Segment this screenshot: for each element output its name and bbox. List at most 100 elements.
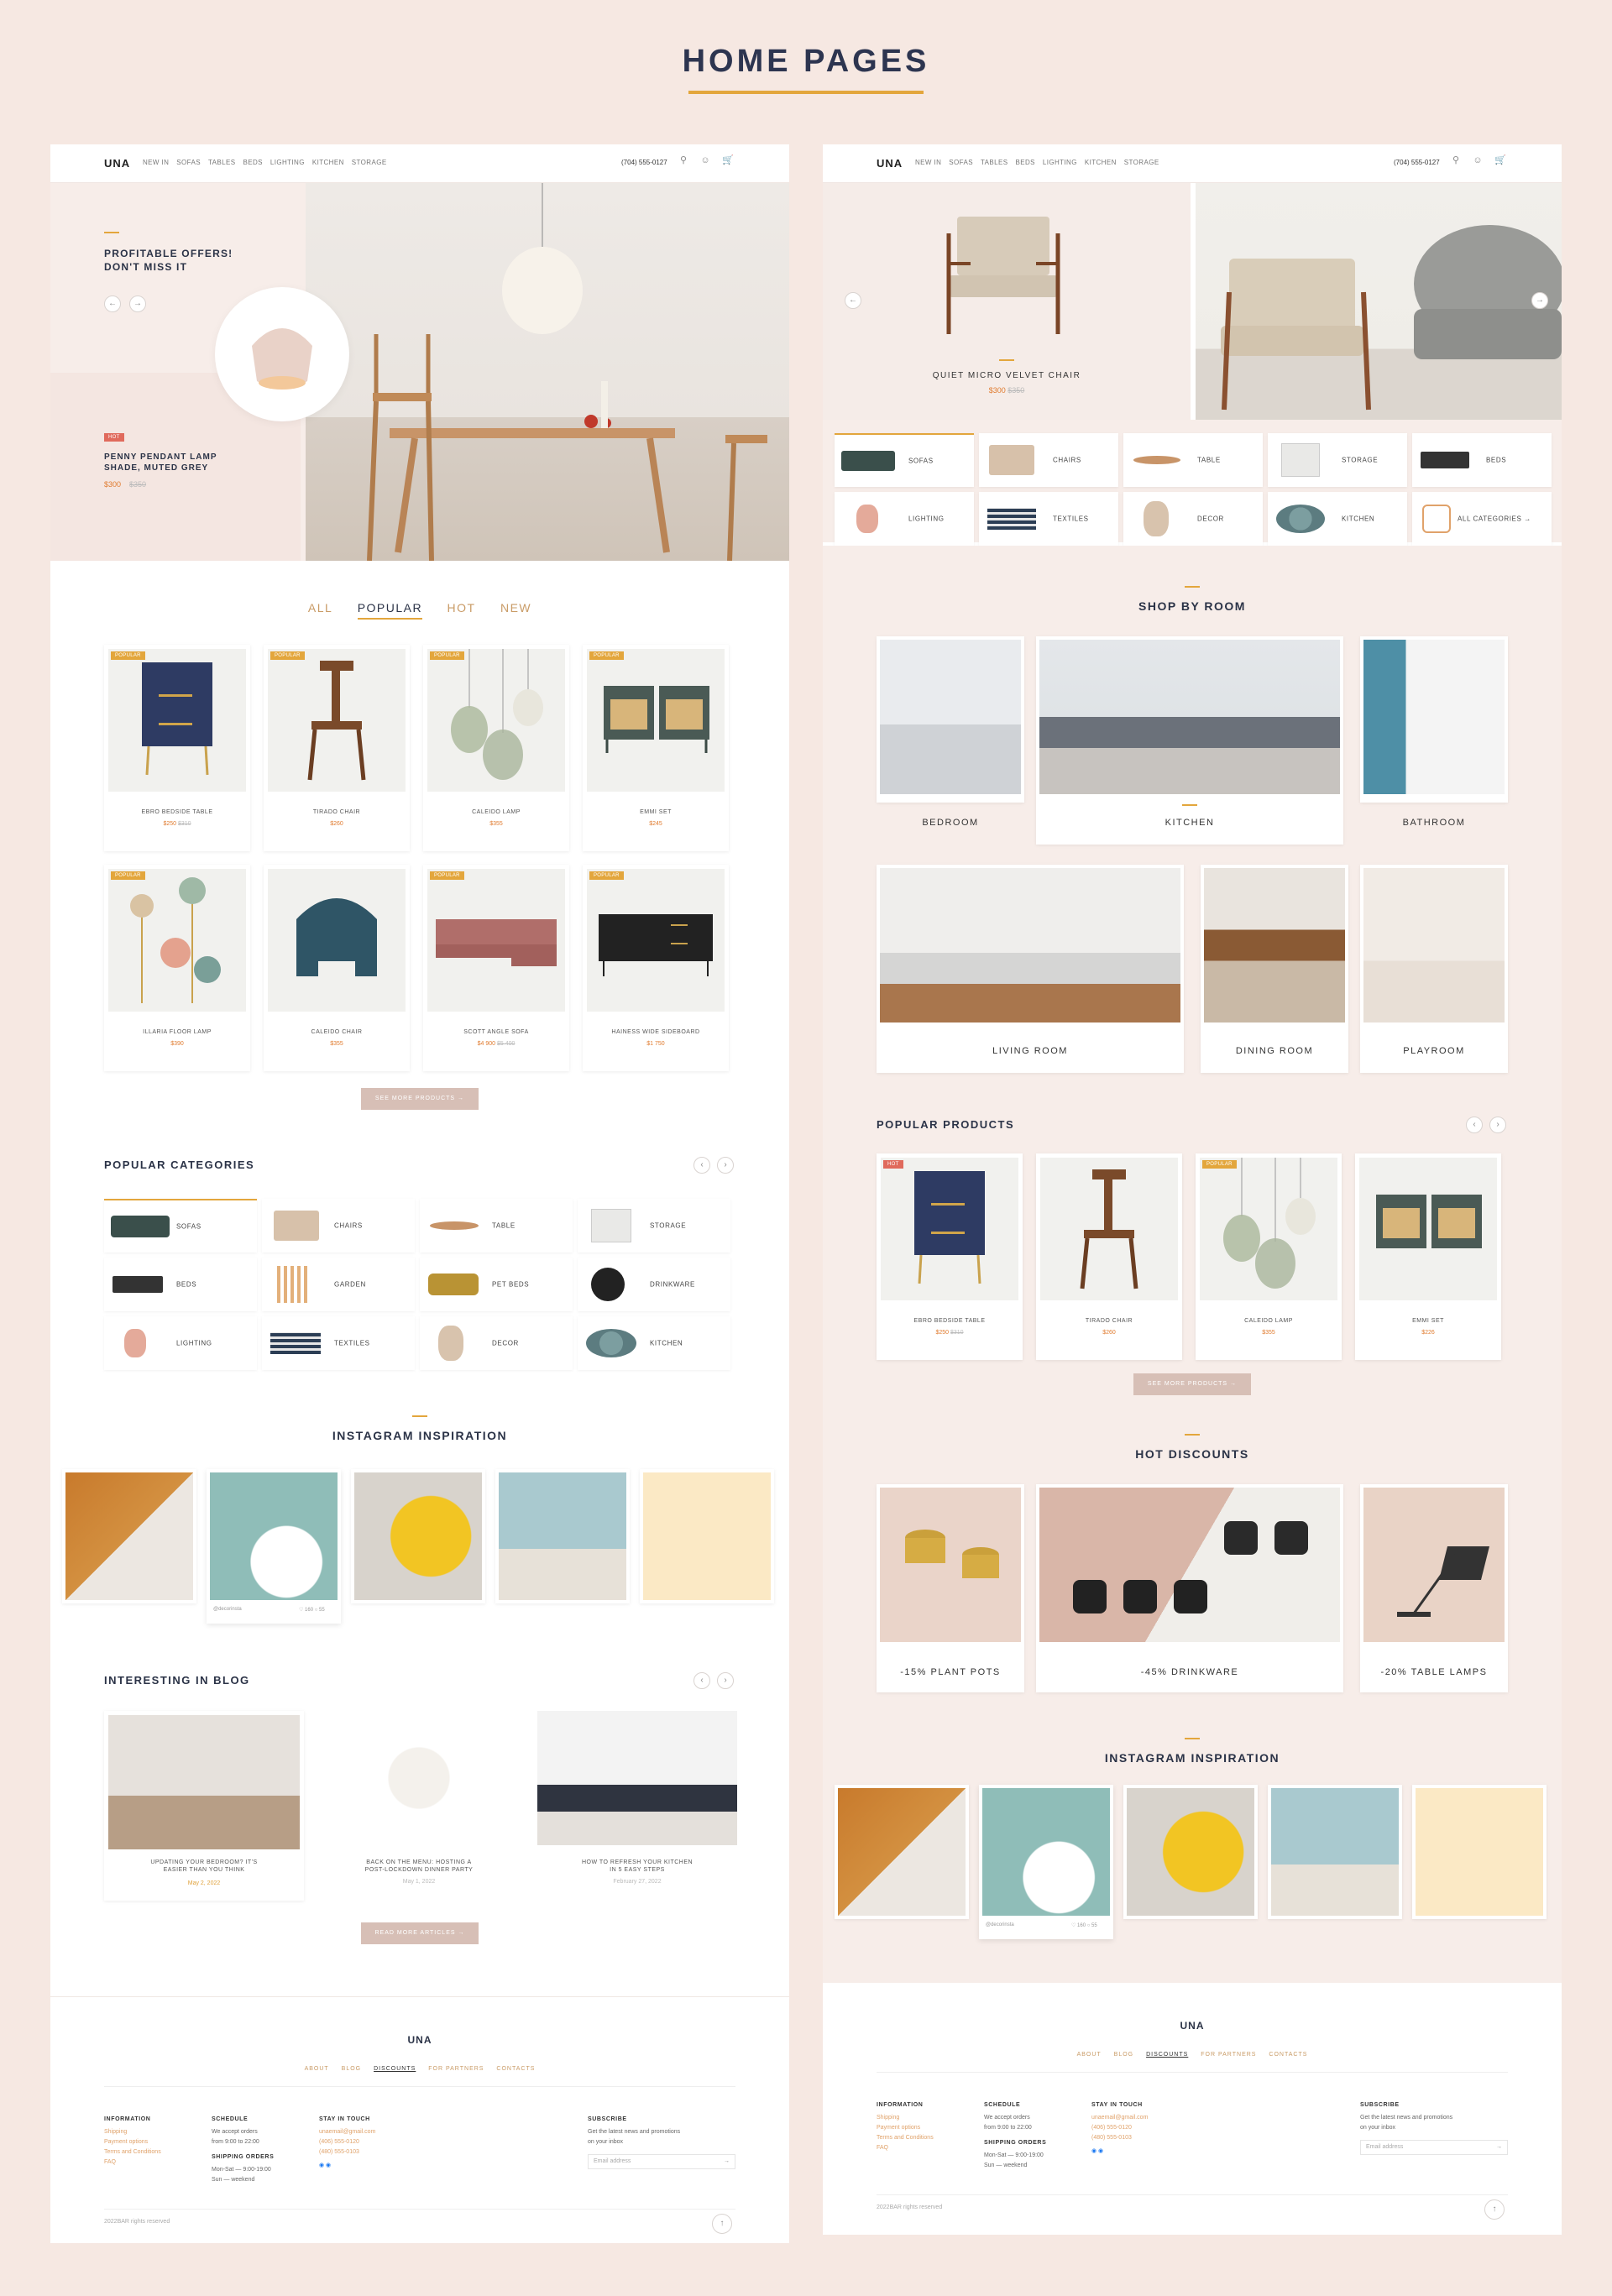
hero-product-name[interactable]: QUIET MICRO VELVET CHAIR — [823, 371, 1191, 380]
category-all[interactable]: ALL CATEGORIES → — [1412, 492, 1552, 546]
instagram-photo[interactable] — [640, 1469, 774, 1603]
product-card[interactable]: EMMI SET $226 — [1355, 1153, 1501, 1360]
hero-next-button[interactable]: → — [129, 295, 146, 312]
categories-next-button[interactable]: › — [717, 1157, 734, 1174]
product-name[interactable]: EBRO BEDSIDE TABLE — [877, 1318, 1023, 1324]
menu-item-kitchen[interactable]: KITCHEN — [312, 159, 344, 166]
blog-card[interactable]: UPDATING YOUR BEDROOM? IT'S EASIER THAN … — [104, 1711, 304, 1901]
category-beds[interactable]: BEDS — [104, 1258, 257, 1311]
search-icon[interactable]: ⚲ — [678, 155, 688, 165]
product-card[interactable]: POPULAR TIRADO CHAIR $260 — [264, 645, 410, 851]
product-name[interactable]: ILLARIA FLOOR LAMP — [104, 1029, 250, 1035]
footer-terms-link[interactable]: Terms and Conditions — [877, 2133, 934, 2143]
discount-card-table-lamps[interactable]: -20% TABLE LAMPS — [1360, 1484, 1508, 1692]
category-storage[interactable]: STORAGE — [1268, 433, 1407, 487]
footer-phone[interactable]: (406) 555-0120 — [319, 2137, 375, 2147]
menu-item-new-in[interactable]: NEW IN — [143, 159, 169, 166]
category-table[interactable]: TABLE — [1123, 433, 1263, 487]
room-card-bedroom[interactable]: BEDROOM — [877, 636, 1024, 828]
footer-link-blog[interactable]: BLOG — [1114, 2052, 1133, 2058]
blog-title[interactable]: UPDATING YOUR BEDROOM? IT'S EASIER THAN … — [104, 1859, 304, 1874]
room-card-kitchen[interactable]: KITCHEN — [1036, 636, 1343, 845]
product-name[interactable]: CALEIDO LAMP — [423, 809, 569, 815]
instagram-photo[interactable] — [62, 1469, 196, 1603]
tab-new[interactable]: NEW — [500, 601, 531, 615]
footer-terms-link[interactable]: Terms and Conditions — [104, 2147, 161, 2157]
footer-phone[interactable]: (406) 555-0120 — [1091, 2123, 1148, 2133]
footer-logo[interactable]: UNA — [823, 2020, 1562, 2032]
footer-email[interactable]: unaemail@gmail.com — [1091, 2113, 1148, 2123]
menu-item-lighting[interactable]: LIGHTING — [1043, 159, 1077, 166]
menu-item-new-in[interactable]: NEW IN — [915, 159, 941, 166]
instagram-photo[interactable] — [1412, 1785, 1547, 1919]
discount-card-drinkware[interactable]: -45% DRINKWARE — [1036, 1484, 1343, 1692]
category-table[interactable]: TABLE — [420, 1199, 573, 1253]
blog-card[interactable]: BACK ON THE MENU: HOSTING A POST-LOCKDOW… — [319, 1711, 519, 1885]
blog-prev-button[interactable]: ‹ — [693, 1672, 710, 1689]
read-more-articles-button[interactable]: READ MORE ARTICLES → — [361, 1922, 479, 1944]
category-decor[interactable]: DECOR — [1123, 492, 1263, 546]
blog-title[interactable]: BACK ON THE MENU: HOSTING A POST-LOCKDOW… — [319, 1859, 519, 1874]
products-prev-button[interactable]: ‹ — [1466, 1117, 1483, 1133]
scroll-top-button[interactable]: ↑ — [712, 2214, 732, 2234]
hero-next-button[interactable]: → — [1531, 292, 1548, 309]
submit-arrow-icon[interactable]: → — [1496, 2142, 1502, 2152]
footer-phone[interactable]: (480) 555-0103 — [1091, 2133, 1148, 2143]
menu-item-beds[interactable]: BEDS — [1015, 159, 1034, 166]
footer-email[interactable]: unaemail@gmail.com — [319, 2127, 375, 2137]
category-drinkware[interactable]: DRINKWARE — [578, 1258, 730, 1311]
categories-prev-button[interactable]: ‹ — [693, 1157, 710, 1174]
tab-all[interactable]: ALL — [308, 601, 332, 615]
instagram-photo-featured[interactable]: @decorinsta ♡ 160 ○ 55 — [979, 1785, 1113, 1939]
hero-product-name[interactable]: PENNY PENDANT LAMP SHADE, MUTED GREY — [104, 452, 217, 473]
footer-link-discounts[interactable]: DISCOUNTS — [374, 2066, 416, 2072]
footer-phone[interactable]: (480) 555-0103 — [319, 2147, 375, 2157]
room-card-playroom[interactable]: PLAYROOM — [1360, 865, 1508, 1073]
menu-item-storage[interactable]: STORAGE — [352, 159, 387, 166]
instagram-handle[interactable]: @decorinsta — [213, 1607, 242, 1612]
social-icons[interactable]: ◉ ◉ — [319, 2161, 375, 2171]
menu-item-kitchen[interactable]: KITCHEN — [1085, 159, 1117, 166]
product-card[interactable]: POPULAR ILLARIA FLOOR LAMP $390 — [104, 865, 250, 1071]
instagram-photo[interactable] — [495, 1469, 630, 1603]
tab-popular[interactable]: POPULAR — [357, 601, 423, 620]
footer-faq-link[interactable]: FAQ — [877, 2143, 934, 2153]
category-kitchen[interactable]: KITCHEN — [578, 1316, 730, 1370]
instagram-photo[interactable] — [835, 1785, 969, 1919]
category-lighting[interactable]: LIGHTING — [104, 1316, 257, 1370]
product-name[interactable]: CALEIDO LAMP — [1196, 1318, 1342, 1324]
product-name[interactable]: CALEIDO CHAIR — [264, 1029, 410, 1035]
footer-shipping-link[interactable]: Shipping — [877, 2113, 934, 2123]
phone-number[interactable]: (704) 555-0127 — [1394, 159, 1440, 166]
blog-title[interactable]: HOW TO REFRESH YOUR KITCHEN IN 5 EASY ST… — [537, 1859, 737, 1874]
footer-link-contacts[interactable]: CONTACTS — [496, 2066, 535, 2072]
category-sofas[interactable]: SOFAS — [835, 433, 974, 487]
tab-hot[interactable]: HOT — [447, 601, 476, 615]
instagram-photo[interactable] — [351, 1469, 485, 1603]
logo[interactable]: UNA — [104, 157, 130, 170]
menu-item-tables[interactable]: TABLES — [208, 159, 236, 166]
product-name[interactable]: SCOTT ANGLE SOFA — [423, 1029, 569, 1035]
menu-item-tables[interactable]: TABLES — [981, 159, 1008, 166]
product-card[interactable]: POPULAR HAINESS WIDE SIDEBOARD $1 750 — [583, 865, 729, 1071]
footer-link-about[interactable]: ABOUT — [1077, 2052, 1102, 2058]
cart-icon[interactable]: 🛒 — [722, 155, 734, 165]
category-textiles[interactable]: TEXTILES — [979, 492, 1118, 546]
product-name[interactable]: EMMI SET — [583, 809, 729, 815]
product-card[interactable]: TIRADO CHAIR $260 — [1036, 1153, 1182, 1360]
product-name[interactable]: HAINESS WIDE SIDEBOARD — [583, 1029, 729, 1035]
category-pet-beds[interactable]: PET BEDS — [420, 1258, 573, 1311]
search-icon[interactable]: ⚲ — [1451, 155, 1461, 165]
product-card[interactable]: POPULAR EBRO BEDSIDE TABLE $250 $310 — [104, 645, 250, 851]
category-chairs[interactable]: CHAIRS — [979, 433, 1118, 487]
product-card[interactable]: POPULAR CALEIDO LAMP $355 — [1196, 1153, 1342, 1360]
room-card-living-room[interactable]: LIVING ROOM — [877, 865, 1184, 1073]
submit-arrow-icon[interactable]: → — [724, 2157, 730, 2167]
footer-link-contacts[interactable]: CONTACTS — [1269, 2052, 1307, 2058]
scroll-top-button[interactable]: ↑ — [1484, 2199, 1505, 2220]
category-garden[interactable]: GARDEN — [262, 1258, 415, 1311]
footer-link-blog[interactable]: BLOG — [342, 2066, 361, 2072]
product-card[interactable]: CALEIDO CHAIR $355 — [264, 865, 410, 1071]
see-more-products-button[interactable]: SEE MORE PRODUCTS → — [1133, 1373, 1251, 1395]
user-icon[interactable]: ☺ — [700, 155, 710, 165]
